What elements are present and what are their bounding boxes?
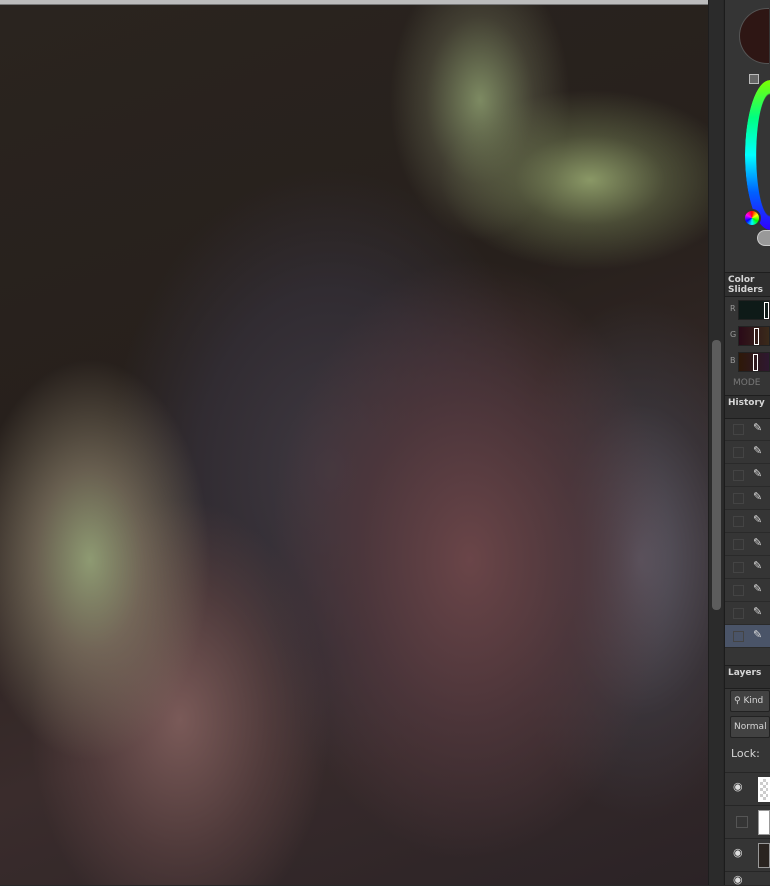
history-snapshot-checkbox[interactable] (733, 516, 744, 527)
history-snapshot-checkbox[interactable] (733, 493, 744, 504)
history-item[interactable]: ✎ (725, 464, 770, 487)
brush-icon: ✎ (753, 513, 763, 526)
right-panel-dock: Color Sliders R G B MODE History ✎ ✎ ✎ ✎ ✎ ✎ ✎… (724, 0, 770, 886)
history-item[interactable]: ✎ (725, 510, 770, 533)
history-snapshot-checkbox[interactable] (733, 424, 744, 435)
brush-icon: ✎ (753, 467, 763, 480)
eye-icon[interactable]: ◉ (733, 781, 743, 793)
history-item[interactable]: ✎ (725, 602, 770, 625)
layer-row[interactable]: ◉ (725, 871, 770, 886)
history-item[interactable]: ✎ (725, 556, 770, 579)
history-item[interactable]: ✎ (725, 487, 770, 510)
horizontal-ruler (0, 0, 708, 5)
history-snapshot-checkbox[interactable] (733, 631, 744, 642)
history-snapshot-checkbox[interactable] (733, 585, 744, 596)
swap-colors-icon[interactable] (749, 74, 759, 84)
vertical-scrollbar[interactable] (708, 0, 723, 885)
document-canvas[interactable] (0, 0, 708, 885)
eye-icon[interactable]: ◉ (733, 874, 743, 886)
color-mode-label: MODE (733, 378, 761, 388)
layer-row[interactable]: ◉ (725, 772, 770, 804)
brush-icon: ✎ (753, 421, 763, 434)
layer-row[interactable]: ◉ (725, 838, 770, 870)
brush-icon: ✎ (753, 628, 763, 641)
color-mode-icon[interactable] (743, 209, 761, 227)
history-panel-header[interactable]: History (725, 395, 770, 419)
color-wheel[interactable] (745, 80, 770, 230)
brush-icon: ✎ (753, 582, 763, 595)
blue-slider[interactable]: B (725, 351, 770, 373)
history-snapshot-checkbox[interactable] (733, 539, 744, 550)
brush-icon: ✎ (753, 559, 763, 572)
visibility-toggle[interactable] (736, 816, 748, 828)
eyedropper-icon[interactable] (757, 230, 770, 246)
brush-icon: ✎ (753, 605, 763, 618)
history-item[interactable]: ✎ (725, 579, 770, 602)
green-slider[interactable]: G (725, 325, 770, 347)
history-snapshot-checkbox[interactable] (733, 470, 744, 481)
history-snapshot-checkbox[interactable] (733, 608, 744, 619)
brush-icon: ✎ (753, 444, 763, 457)
history-item[interactable]: ✎ (725, 533, 770, 556)
red-slider[interactable]: R (725, 299, 770, 321)
history-item[interactable]: ✎ (725, 418, 770, 441)
eye-icon[interactable]: ◉ (733, 847, 743, 859)
history-snapshot-checkbox[interactable] (733, 447, 744, 458)
layer-thumbnail (758, 777, 770, 802)
history-item[interactable]: ✎ (725, 441, 770, 464)
layer-filter-kind[interactable]: ⚲ Kind (730, 690, 770, 712)
layer-thumbnail (758, 810, 770, 835)
layers-panel-header[interactable]: Layers (725, 665, 770, 689)
color-sliders-panel-header[interactable]: Color Sliders (725, 272, 770, 297)
layer-row[interactable] (725, 805, 770, 837)
layer-thumbnail (758, 843, 770, 868)
blend-mode-select[interactable]: Normal (730, 716, 770, 738)
history-item[interactable]: ✎ (725, 625, 770, 648)
foreground-color-swatch[interactable] (739, 8, 769, 64)
history-snapshot-checkbox[interactable] (733, 562, 744, 573)
brush-icon: ✎ (753, 490, 763, 503)
scrollbar-thumb[interactable] (712, 340, 721, 610)
brush-icon: ✎ (753, 536, 763, 549)
lock-label: Lock: (731, 747, 760, 760)
painting-artwork (0, 0, 708, 885)
